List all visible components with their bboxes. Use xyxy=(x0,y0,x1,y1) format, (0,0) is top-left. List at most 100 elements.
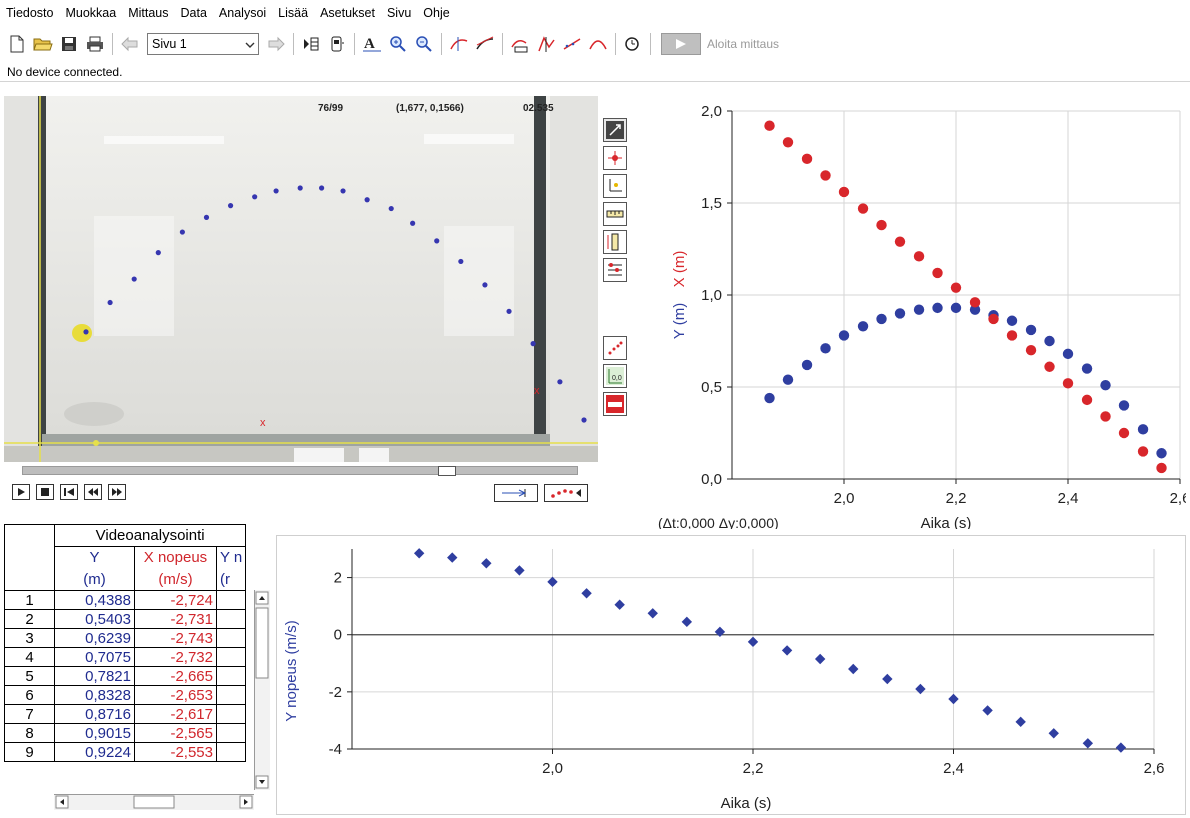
menu-lisaa[interactable]: Lisää xyxy=(278,6,308,20)
velocity-data-point[interactable] xyxy=(413,548,425,559)
tracked-point[interactable] xyxy=(364,197,370,203)
first-frame-button[interactable] xyxy=(60,484,78,500)
page-select[interactable]: Sivu 1 xyxy=(147,33,259,55)
sensor-icon[interactable] xyxy=(326,33,348,55)
statistics-icon[interactable] xyxy=(509,33,531,55)
x-data-point[interactable] xyxy=(1062,378,1074,389)
cell-y[interactable]: 0,8716 xyxy=(54,704,135,724)
tracked-point[interactable] xyxy=(252,194,258,200)
velocity-data-point[interactable] xyxy=(747,636,759,648)
tracked-point[interactable] xyxy=(482,282,488,288)
x-data-point[interactable] xyxy=(764,120,775,131)
x-data-point[interactable] xyxy=(857,203,869,214)
velocity-data-point[interactable] xyxy=(481,558,492,569)
velocity-data-point[interactable] xyxy=(714,626,726,638)
save-icon[interactable] xyxy=(58,33,80,55)
zoom-in-icon[interactable] xyxy=(387,33,409,55)
cell-y-velocity[interactable] xyxy=(215,666,247,686)
x-data-point[interactable] xyxy=(801,153,813,165)
velocity-data-point[interactable] xyxy=(848,663,859,675)
cell-y[interactable]: 0,4388 xyxy=(54,590,135,610)
table-vertical-scrollbar[interactable] xyxy=(254,590,270,790)
cell-y-velocity[interactable] xyxy=(215,628,247,648)
x-data-point[interactable] xyxy=(1118,427,1130,439)
step-forward-button[interactable] xyxy=(108,484,126,500)
origin-marker[interactable] xyxy=(93,440,99,446)
table-row[interactable]: 8 0,9015 -2,565 xyxy=(4,723,247,743)
linear-fit-icon[interactable] xyxy=(561,33,583,55)
column-header-x-velocity[interactable]: X nopeus xyxy=(134,546,217,569)
select-tool-icon[interactable] xyxy=(603,118,627,142)
show-origin-tool-icon[interactable]: 0,0 xyxy=(603,364,627,388)
cell-y[interactable]: 0,5403 xyxy=(54,609,135,629)
menu-analysoi[interactable]: Analysoi xyxy=(219,6,266,20)
cell-x-velocity[interactable]: -2,724 xyxy=(134,590,217,610)
cell-y-velocity[interactable] xyxy=(215,742,247,762)
velocity-data-point[interactable] xyxy=(1048,728,1059,739)
cell-y[interactable]: 0,7821 xyxy=(54,666,135,686)
tracked-point[interactable] xyxy=(340,188,346,194)
replay-icon[interactable] xyxy=(622,33,644,55)
y-data-point[interactable] xyxy=(764,392,775,404)
x-data-point[interactable] xyxy=(932,267,943,279)
x-data-point[interactable] xyxy=(1006,330,1018,341)
velocity-data-point[interactable] xyxy=(547,576,558,588)
menu-asetukset[interactable]: Asetukset xyxy=(320,6,375,20)
tracked-point[interactable] xyxy=(155,250,161,256)
x-data-point[interactable] xyxy=(950,282,962,293)
new-file-icon[interactable] xyxy=(6,33,28,55)
prev-page-icon[interactable] xyxy=(119,33,141,55)
x-data-point[interactable] xyxy=(1044,361,1055,372)
velocity-data-point[interactable] xyxy=(948,693,959,705)
velocity-data-point[interactable] xyxy=(814,653,826,665)
y-data-point[interactable] xyxy=(1006,315,1018,326)
tracked-point[interactable] xyxy=(227,203,234,209)
x-data-point[interactable] xyxy=(1137,446,1149,457)
velocity-data-point[interactable] xyxy=(915,683,926,695)
table-row[interactable]: 4 0,7075 -2,732 xyxy=(4,647,247,667)
velocity-graph[interactable]: 2,0 2,2 2,4 2,6 2 0 -2 -4 Y nopeus (m/s) Aika … xyxy=(276,535,1186,815)
menu-mittaus[interactable]: Mittaus xyxy=(128,6,168,20)
show-points-tool-icon[interactable] xyxy=(603,336,627,360)
cell-y-velocity[interactable] xyxy=(215,723,247,743)
cell-x-velocity[interactable]: -2,565 xyxy=(134,723,217,743)
y-data-point[interactable] xyxy=(801,359,813,371)
table-row[interactable]: 1 0,4388 -2,724 xyxy=(4,590,247,610)
menu-tiedosto[interactable]: Tiedosto xyxy=(6,6,53,20)
y-data-point[interactable] xyxy=(1044,335,1055,347)
timeline-thumb[interactable] xyxy=(438,466,456,476)
data-browser-icon[interactable] xyxy=(300,33,322,55)
cell-x-velocity[interactable]: -2,743 xyxy=(134,628,217,648)
show-scale-tool-icon[interactable] xyxy=(603,392,627,416)
cell-y-velocity[interactable] xyxy=(215,647,247,667)
y-data-point[interactable] xyxy=(838,330,850,341)
cell-y-velocity[interactable] xyxy=(215,609,247,629)
point-options-button[interactable] xyxy=(544,484,588,502)
y-data-point[interactable] xyxy=(1137,424,1149,435)
print-icon[interactable] xyxy=(84,33,106,55)
set-origin-tool-icon[interactable] xyxy=(603,174,627,198)
tracked-point[interactable] xyxy=(179,229,185,235)
tracked-point[interactable] xyxy=(203,214,210,220)
tracked-point[interactable] xyxy=(530,341,536,347)
set-scale-tool-icon[interactable] xyxy=(603,202,627,226)
tracked-point[interactable] xyxy=(506,308,512,314)
menu-data[interactable]: Data xyxy=(181,6,207,20)
tracked-point[interactable] xyxy=(410,220,416,226)
x-data-point[interactable] xyxy=(1100,411,1111,422)
x-data-point[interactable] xyxy=(876,219,887,231)
tracked-point[interactable] xyxy=(458,258,464,265)
cell-y[interactable]: 0,7075 xyxy=(54,647,135,667)
y-data-point[interactable] xyxy=(950,302,962,314)
tangent-icon[interactable] xyxy=(474,33,496,55)
autoscale-icon[interactable]: A xyxy=(361,33,383,55)
tracked-point[interactable] xyxy=(131,276,137,282)
x-data-point[interactable] xyxy=(838,186,850,198)
cell-y-velocity[interactable] xyxy=(215,590,247,610)
examine-icon[interactable] xyxy=(448,33,470,55)
velocity-data-point[interactable] xyxy=(647,608,658,619)
table-horizontal-scrollbar[interactable] xyxy=(54,794,254,810)
velocity-data-point[interactable] xyxy=(1082,738,1094,749)
velocity-data-point[interactable] xyxy=(781,645,793,656)
add-point-tool-icon[interactable] xyxy=(603,146,627,170)
